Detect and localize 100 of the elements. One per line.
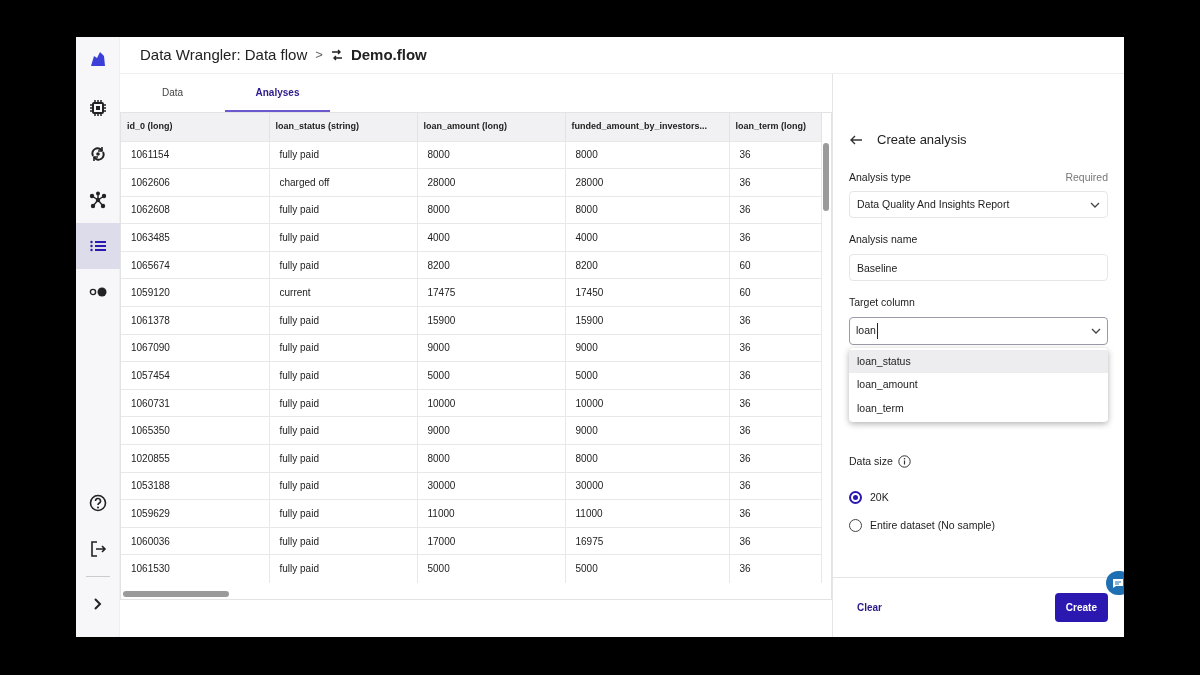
chat-icon bbox=[1112, 577, 1124, 589]
table-cell: 15900 bbox=[565, 306, 729, 335]
dropdown-option[interactable]: loan_amount bbox=[849, 373, 1108, 397]
column-header: loan_status (string) bbox=[269, 113, 417, 141]
vertical-scrollbar[interactable] bbox=[823, 143, 829, 211]
table-cell: 9000 bbox=[417, 416, 565, 445]
table-cell: 8000 bbox=[417, 196, 565, 224]
table-cell: 60 bbox=[729, 278, 821, 307]
table-cell: 36 bbox=[729, 527, 821, 555]
table-cell: 60 bbox=[729, 251, 821, 279]
help-icon bbox=[88, 494, 107, 512]
table-cell: 11000 bbox=[565, 499, 729, 528]
dropdown-option[interactable]: loan_term bbox=[849, 396, 1108, 421]
target-column-combobox[interactable]: loan bbox=[849, 316, 1108, 345]
column-header: loan_amount (long) bbox=[417, 113, 565, 141]
table-cell: 5000 bbox=[417, 361, 565, 390]
table-cell: 17450 bbox=[565, 278, 729, 307]
clear-button[interactable]: Clear bbox=[849, 596, 890, 619]
table-cell: fully paid bbox=[269, 499, 417, 528]
info-icon[interactable] bbox=[897, 455, 911, 469]
table-cell: fully paid bbox=[269, 223, 417, 252]
column-header: id_0 (long) bbox=[121, 113, 269, 141]
chevron-down-icon bbox=[1090, 201, 1100, 208]
table-cell: 8000 bbox=[565, 196, 729, 224]
table-cell: 8000 bbox=[565, 141, 729, 169]
table-cell: 8000 bbox=[417, 444, 565, 473]
sidebar-item[interactable] bbox=[76, 223, 120, 269]
table-cell: 36 bbox=[729, 306, 821, 335]
table-cell: 1057454 bbox=[121, 361, 269, 390]
chevron-right-icon bbox=[93, 598, 102, 610]
table-cell: 5000 bbox=[565, 554, 729, 583]
table-cell: 1065350 bbox=[121, 416, 269, 445]
table-cell: 8200 bbox=[417, 251, 565, 279]
table-cell: 1061378 bbox=[121, 306, 269, 335]
table-cell: 1061154 bbox=[121, 141, 269, 169]
nodes-icon bbox=[88, 191, 107, 209]
field-label: Analysis type bbox=[849, 169, 911, 185]
table-cell: fully paid bbox=[269, 306, 417, 335]
table-cell: 1062608 bbox=[121, 196, 269, 224]
table-cell: 9000 bbox=[565, 334, 729, 362]
breadcrumb-title[interactable]: Data Wrangler: Data flow bbox=[140, 43, 308, 67]
table-cell: 1065674 bbox=[121, 251, 269, 279]
table-cell: fully paid bbox=[269, 334, 417, 362]
analysis-name-field[interactable]: Baseline bbox=[849, 254, 1108, 281]
panel-title: Create analysis bbox=[877, 131, 967, 149]
table-cell: 16975 bbox=[565, 527, 729, 555]
table-cell: 28000 bbox=[565, 168, 729, 197]
radio-label: Entire dataset (No sample) bbox=[870, 517, 995, 533]
table-cell: 36 bbox=[729, 361, 821, 390]
create-button[interactable]: Create bbox=[1054, 593, 1108, 622]
table-cell: fully paid bbox=[269, 416, 417, 445]
table-cell: 1059629 bbox=[121, 499, 269, 528]
table-cell: 1059120 bbox=[121, 278, 269, 307]
table-cell: 1020855 bbox=[121, 444, 269, 473]
table-cell: 1063485 bbox=[121, 223, 269, 252]
table-cell: 9000 bbox=[565, 416, 729, 445]
table-cell: 1060731 bbox=[121, 389, 269, 417]
table-cell: 28000 bbox=[417, 168, 565, 197]
table-cell: fully paid bbox=[269, 444, 417, 473]
table-cell: 15900 bbox=[417, 306, 565, 335]
field-label: Analysis name bbox=[849, 232, 919, 248]
table-cell: 36 bbox=[729, 168, 821, 197]
table-cell: fully paid bbox=[269, 554, 417, 583]
column-header: funded_amount_by_investors... bbox=[565, 113, 729, 141]
field-label: Data size bbox=[849, 453, 893, 469]
field-label: Target column bbox=[849, 295, 916, 310]
table-cell: 36 bbox=[729, 389, 821, 417]
table-cell: fully paid bbox=[269, 527, 417, 555]
table-cell: 36 bbox=[729, 472, 821, 500]
dropdown-option[interactable]: loan_status bbox=[849, 349, 1108, 374]
breadcrumb-separator: > bbox=[315, 46, 323, 65]
table-cell: 36 bbox=[729, 554, 821, 583]
radio-button[interactable] bbox=[849, 491, 862, 504]
chip-icon bbox=[88, 99, 107, 117]
analysis-type-dropdown[interactable]: Data Quality And Insights Report bbox=[849, 191, 1108, 219]
table-cell: 36 bbox=[729, 196, 821, 224]
table-cell: 8000 bbox=[417, 141, 565, 169]
table-cell: fully paid bbox=[269, 196, 417, 224]
table-cell: 30000 bbox=[565, 472, 729, 500]
table-cell: 5000 bbox=[417, 554, 565, 583]
table-cell: 4000 bbox=[565, 223, 729, 252]
tab[interactable]: Data bbox=[120, 74, 225, 112]
app-logo bbox=[89, 51, 106, 67]
cycle-icon bbox=[88, 145, 107, 163]
table-cell: 36 bbox=[729, 499, 821, 528]
required-label: Required bbox=[1065, 169, 1108, 185]
table-cell: fully paid bbox=[269, 141, 417, 169]
horizontal-scrollbar[interactable] bbox=[123, 591, 229, 597]
table-cell: 36 bbox=[729, 141, 821, 169]
back-arrow-icon bbox=[849, 134, 863, 145]
radio-label: 20K bbox=[870, 489, 889, 505]
table-cell: fully paid bbox=[269, 251, 417, 279]
table-cell: current bbox=[269, 278, 417, 307]
table-cell: fully paid bbox=[269, 389, 417, 417]
table-cell: 1067090 bbox=[121, 334, 269, 362]
column-header: loan_term (long) bbox=[729, 113, 821, 141]
file-name: Demo.flow bbox=[350, 44, 427, 65]
flow-icon bbox=[330, 49, 343, 61]
table-cell: 36 bbox=[729, 416, 821, 445]
table-cell: 10000 bbox=[565, 389, 729, 417]
